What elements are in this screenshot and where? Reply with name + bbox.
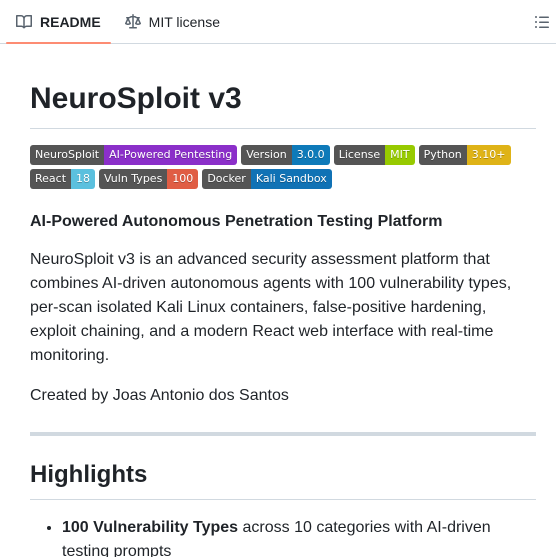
readme-tab-bar: README MIT license: [0, 0, 556, 44]
badge[interactable]: React 18: [30, 168, 96, 189]
section-divider: [30, 431, 536, 436]
badge[interactable]: Python 3.10+: [418, 144, 511, 165]
readme-tagline: AI-Powered Autonomous Penetration Testin…: [30, 212, 443, 230]
badge[interactable]: NeuroSploit AI-Powered Pentesting: [30, 144, 238, 165]
badge-message: 18: [71, 168, 96, 189]
list-item: 100 Vulnerability Types across 10 catego…: [62, 516, 532, 557]
badge-label: License: [333, 144, 386, 165]
highlights-list: 100 Vulnerability Types across 10 catego…: [30, 516, 536, 557]
badge-label: Vuln Types: [99, 168, 168, 189]
readme-description: NeuroSploit v3 is an advanced security a…: [30, 250, 512, 364]
badge[interactable]: Version 3.0.0: [241, 144, 330, 165]
readme-author: Created by Joas Antonio dos Santos: [30, 386, 289, 404]
badge-message: MIT: [385, 144, 415, 165]
readme-title: NeuroSploit v3: [30, 80, 536, 129]
badge-label: Version: [241, 144, 292, 165]
badge-label: Docker: [202, 168, 251, 189]
badge-label: NeuroSploit: [30, 144, 105, 165]
badge-label: Python: [418, 144, 467, 165]
badge-message: Kali Sandbox: [250, 168, 332, 189]
badge-message: 3.0.0: [291, 144, 330, 165]
highlights-heading: Highlights: [30, 460, 536, 500]
badge-message: 100: [167, 168, 199, 189]
badge-message: 3.10+: [466, 144, 511, 165]
book-icon: [16, 14, 32, 28]
badge[interactable]: Vuln Types 100: [99, 168, 199, 189]
list-unordered-icon: [535, 16, 549, 28]
tab-license[interactable]: MIT license: [117, 0, 228, 43]
badge[interactable]: License MIT: [333, 144, 415, 165]
badge-message: AI-Powered Pentesting: [104, 144, 238, 165]
readme-article: NeuroSploit v3 NeuroSploit AI-Powered Pen…: [0, 44, 556, 557]
law-scale-icon: [124, 13, 141, 28]
badge-label: React: [30, 168, 72, 189]
badge-list: NeuroSploit AI-Powered Pentesting Version 3…: [30, 144, 530, 189]
tab-readme[interactable]: README: [6, 0, 111, 44]
tab-readme-label: README: [40, 13, 101, 30]
badge[interactable]: Docker Kali Sandbox: [202, 168, 332, 189]
tab-license-label: MIT license: [148, 13, 220, 30]
outline-button[interactable]: [532, 12, 552, 32]
highlight-bold: 100 Vulnerability Types: [62, 518, 239, 536]
